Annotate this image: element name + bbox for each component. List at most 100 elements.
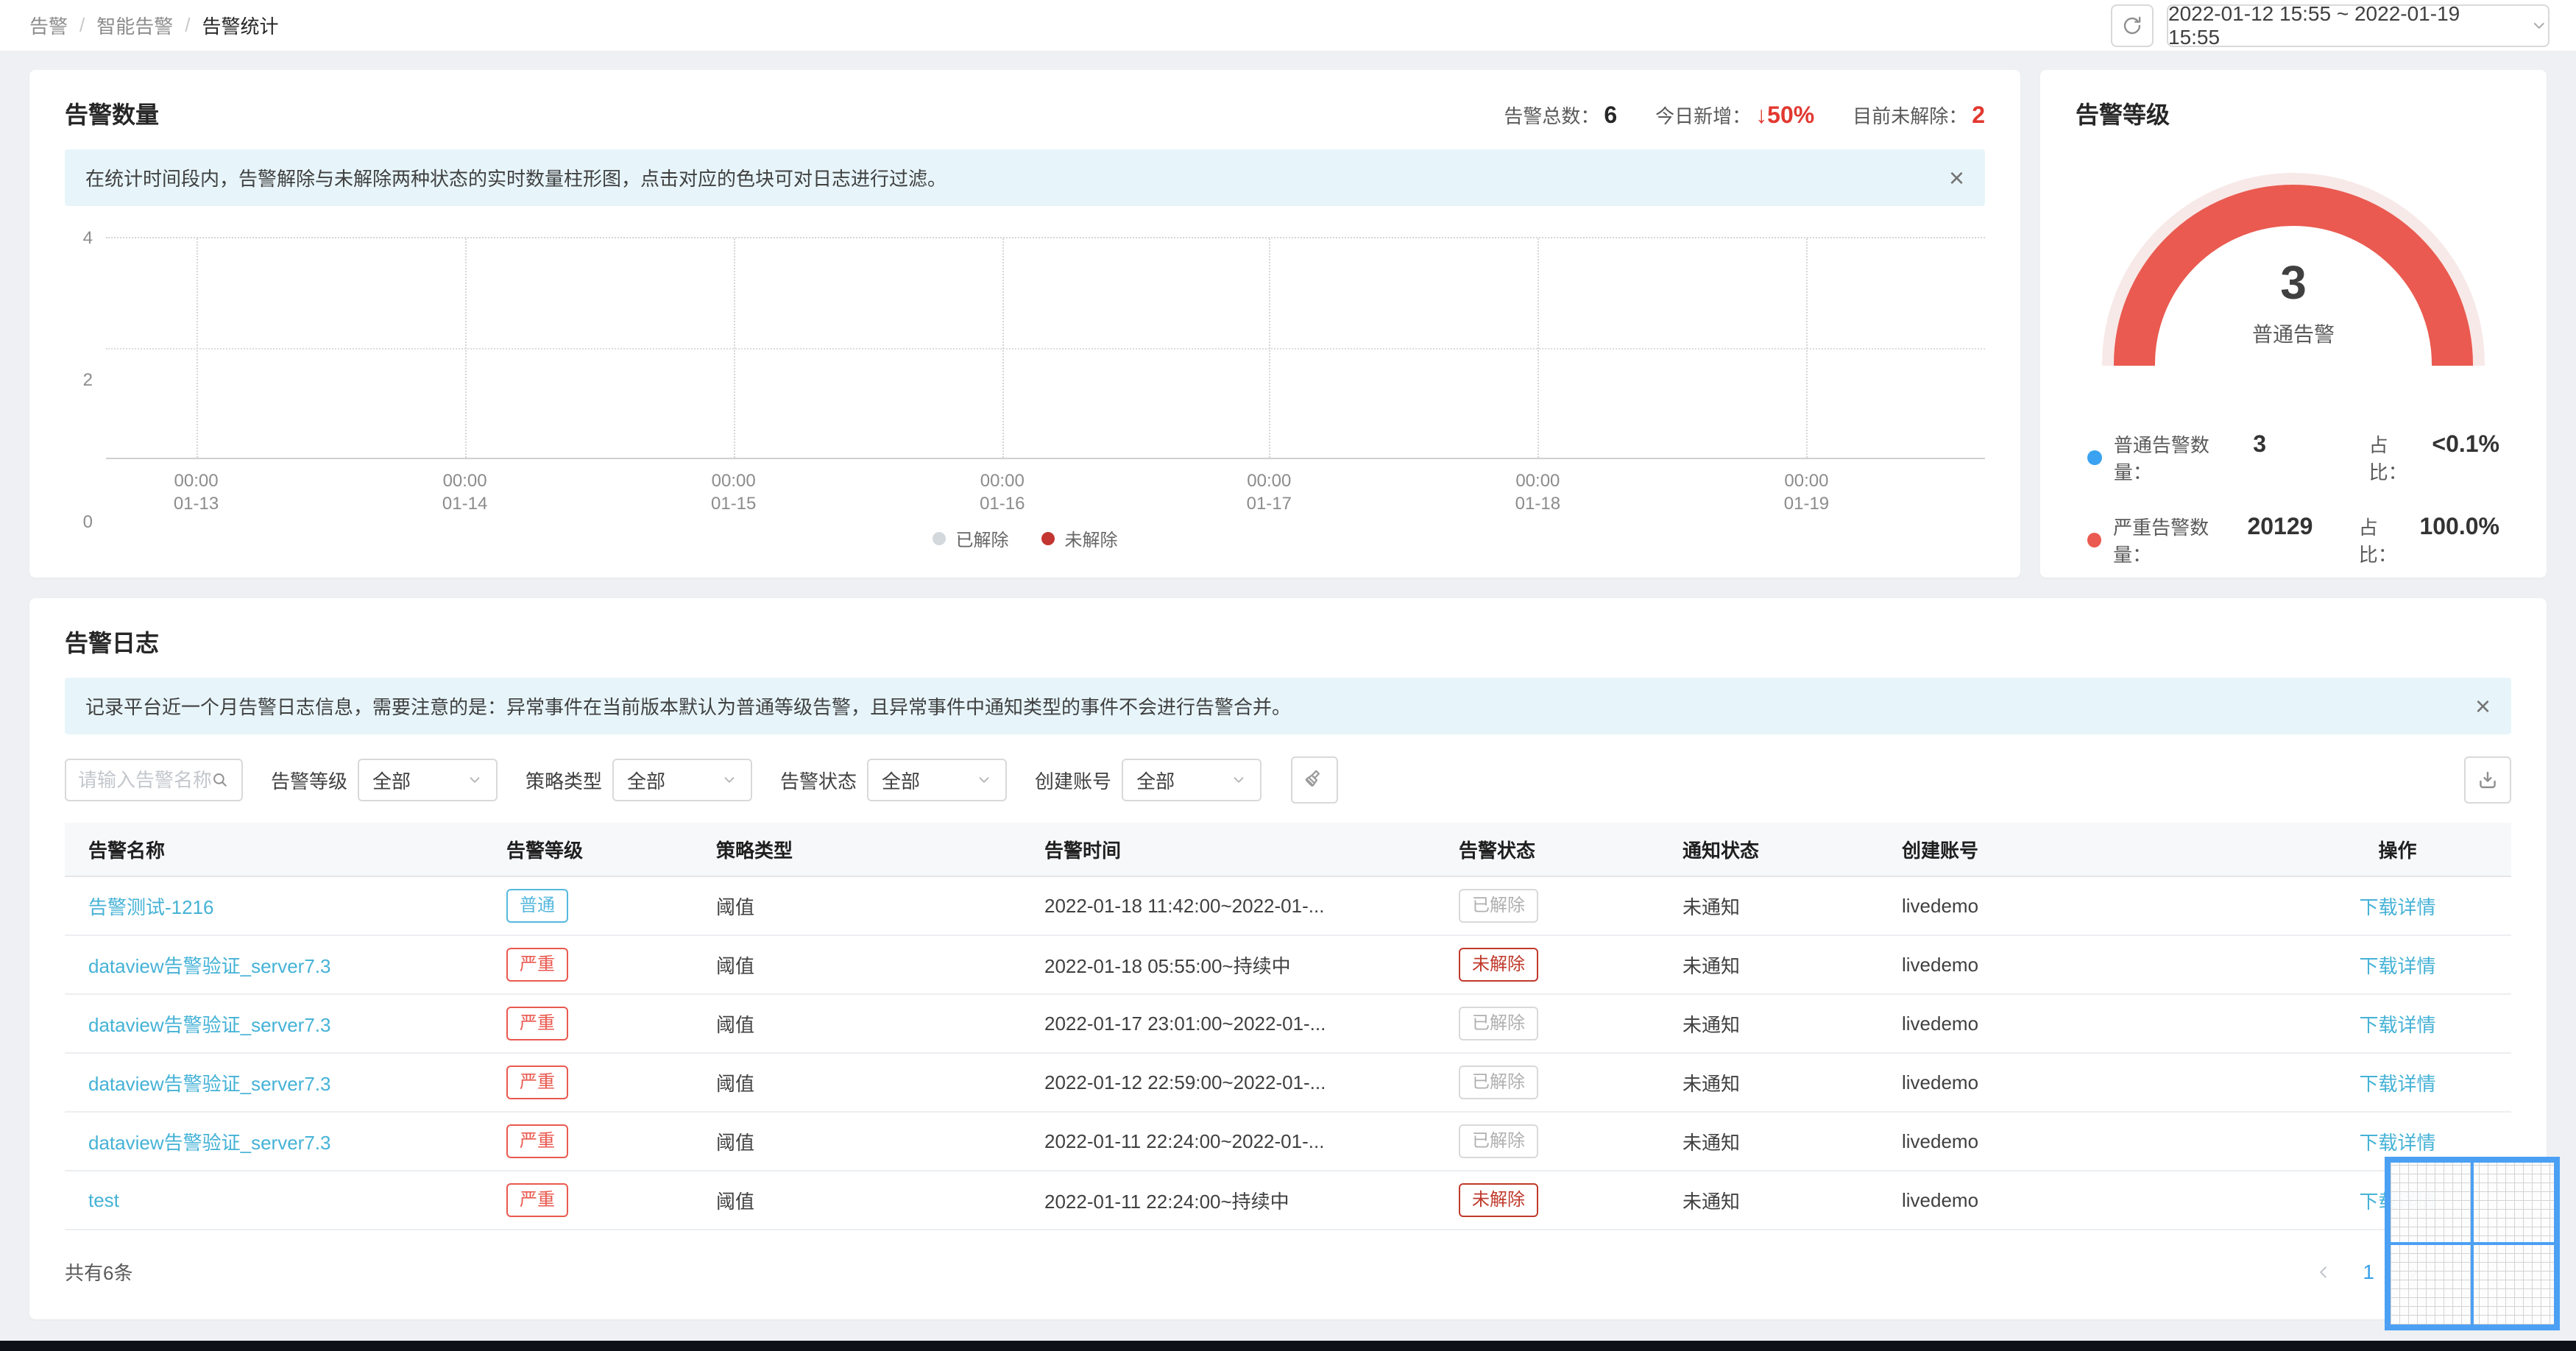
account-select[interactable]: 全部 bbox=[1122, 759, 1262, 801]
alert-level-badge: 普通 bbox=[506, 889, 568, 923]
x-axis-time: 00:00 bbox=[711, 471, 756, 491]
filter-label: 告警等级 bbox=[271, 770, 348, 792]
select-value: 全部 bbox=[627, 770, 666, 792]
alert-name-link[interactable]: test bbox=[88, 1189, 119, 1211]
x-axis-time: 00:00 bbox=[1515, 471, 1560, 491]
alert-name-link[interactable]: 告警测试-1216 bbox=[88, 896, 214, 918]
close-icon[interactable]: × bbox=[2475, 692, 2491, 720]
search-box bbox=[65, 759, 243, 801]
filter-label: 策略类型 bbox=[526, 770, 603, 792]
breadcrumb-item-smart-alerts[interactable]: 智能告警 bbox=[96, 12, 173, 39]
download-detail-link[interactable]: 下载详情 bbox=[2359, 1132, 2435, 1154]
breadcrumb-item-alerts[interactable]: 告警 bbox=[29, 12, 68, 39]
alert-level-badge: 严重 bbox=[506, 948, 568, 982]
level-stat-severe: 严重告警数量： 20129 占比： 100.0% bbox=[2087, 513, 2499, 567]
alert-status-badge: 已解除 bbox=[1459, 1007, 1538, 1040]
policy-type-cell: 阈值 bbox=[716, 1072, 755, 1095]
alert-level-select[interactable]: 全部 bbox=[358, 759, 498, 801]
alert-status-cell: 已解除 bbox=[1459, 1065, 1682, 1099]
notify-status-cell: 未通知 bbox=[1682, 1190, 1741, 1213]
filter-policy-type: 策略类型 全部 bbox=[526, 759, 753, 801]
table-row: test 严重 阈值 2022-01-11 22:24:00~持续中 未解除 未通知 liv… bbox=[65, 1171, 2511, 1230]
alert-status-badge: 已解除 bbox=[1459, 889, 1538, 923]
account-cell: livedemo bbox=[1902, 1130, 1979, 1152]
notify-status-cell: 未通知 bbox=[1682, 954, 1741, 977]
alert-count-banner: 在统计时间段内，告警解除与未解除两种状态的实时数量柱形图，点击对应的色块可对日志… bbox=[65, 149, 1985, 206]
chevron-down-icon bbox=[724, 777, 735, 783]
column-header-name: 告警名称 bbox=[88, 839, 166, 862]
download-detail-link[interactable]: 下载详情 bbox=[2359, 896, 2435, 918]
alert-level-cell: 严重 bbox=[506, 1065, 716, 1099]
alert-status-badge: 未解除 bbox=[1459, 948, 1538, 982]
policy-type-cell: 阈值 bbox=[716, 1013, 755, 1036]
notify-status-cell: 未通知 bbox=[1682, 1013, 1741, 1036]
alert-name-link[interactable]: dataview告警验证_server7.3 bbox=[88, 1132, 330, 1154]
x-axis-label: 00:00 01-18 bbox=[1515, 469, 1560, 515]
search-input[interactable] bbox=[78, 768, 210, 792]
bar-chart-x-axis: 00:00 01-13 00:00 01-14 00:00 01-15 00:00 01-16… bbox=[106, 459, 1985, 524]
alert-time-cell: 2022-01-17 23:01:00~2022-01-... bbox=[1044, 1012, 1326, 1035]
chevron-down-icon bbox=[2534, 22, 2545, 29]
download-detail-link[interactable]: 下载详情 bbox=[2359, 1014, 2435, 1036]
alert-status-cell: 未解除 bbox=[1459, 1183, 1682, 1217]
legend-label: 已解除 bbox=[955, 531, 1009, 550]
bar-chart-plot bbox=[106, 237, 1985, 459]
alert-level-cell: 严重 bbox=[506, 1124, 716, 1158]
stat-label: 目前未解除： bbox=[1853, 105, 1968, 127]
alert-name-link[interactable]: dataview告警验证_server7.3 bbox=[88, 1073, 330, 1095]
stat-value: 6 bbox=[1604, 102, 1618, 128]
date-range-picker[interactable]: 2022-01-12 15:55 ~ 2022-01-19 15:55 bbox=[2167, 2, 2550, 49]
policy-type-select[interactable]: 全部 bbox=[612, 759, 753, 801]
column-header-level: 告警等级 bbox=[506, 839, 584, 862]
alert-status-select[interactable]: 全部 bbox=[867, 759, 1008, 801]
page-number[interactable]: 1 bbox=[2363, 1260, 2374, 1284]
clear-filters-button[interactable] bbox=[1291, 756, 1339, 804]
download-detail-link[interactable]: 下载详情 bbox=[2359, 955, 2435, 977]
main-content: 告警数量 告警总数： 6 今日新增： ↓50% 目前未解除： 2 在统计时间段内… bbox=[0, 52, 2576, 1319]
alert-name-cell: dataview告警验证_server7.3 bbox=[65, 1128, 506, 1155]
actions-cell: 下载详情 bbox=[2284, 1128, 2511, 1155]
alert-name-link[interactable]: dataview告警验证_server7.3 bbox=[88, 955, 330, 977]
breadcrumb: 告警 / 智能告警 / 告警统计 bbox=[29, 12, 279, 39]
policy-type-cell: 阈值 bbox=[716, 1190, 755, 1213]
alert-name-cell: dataview告警验证_server7.3 bbox=[65, 1069, 506, 1096]
alert-level-gauge: 3 普通告警 bbox=[2102, 173, 2485, 366]
filter-label: 创建账号 bbox=[1035, 770, 1112, 792]
alert-level-cell: 严重 bbox=[506, 1007, 716, 1040]
prev-page-button[interactable] bbox=[2314, 1263, 2333, 1282]
x-axis-date: 01-15 bbox=[710, 494, 757, 514]
alert-count-card: 告警数量 告警总数： 6 今日新增： ↓50% 目前未解除： 2 在统计时间段内… bbox=[29, 70, 2020, 578]
refresh-button[interactable] bbox=[2111, 4, 2154, 47]
account-cell: livedemo bbox=[1902, 1071, 1979, 1093]
close-icon[interactable]: × bbox=[1949, 164, 1964, 191]
legend-item-resolved[interactable]: 已解除 bbox=[932, 525, 1009, 551]
alert-status-badge: 未解除 bbox=[1459, 1183, 1538, 1217]
filter-bar: 告警等级 全部 策略类型 全部 告警状态 全部 bbox=[65, 756, 2511, 804]
alert-name-link[interactable]: dataview告警验证_server7.3 bbox=[88, 1014, 330, 1036]
x-axis-time: 00:00 bbox=[1247, 471, 1292, 491]
bar-chart-y-axis: 4 2 0 bbox=[65, 228, 106, 532]
alert-level-card: 告警等级 3 普通告警 普通告警数量： 3 占比： <0.1% 严重告警数量： … bbox=[2040, 70, 2547, 578]
alert-level-stats: 普通告警数量： 3 占比： <0.1% 严重告警数量： 20129 占比： 10… bbox=[2087, 430, 2499, 567]
x-axis-label: 00:00 01-19 bbox=[1784, 469, 1829, 515]
alert-level-badge: 严重 bbox=[506, 1007, 568, 1040]
y-axis-label: 0 bbox=[82, 512, 93, 532]
x-axis-date: 01-13 bbox=[173, 494, 219, 514]
download-detail-link[interactable]: 下载详情 bbox=[2359, 1073, 2435, 1095]
legend-item-unresolved[interactable]: 未解除 bbox=[1041, 525, 1118, 551]
bottom-strip bbox=[0, 1341, 2576, 1351]
breadcrumb-separator: / bbox=[185, 14, 191, 36]
alert-time-cell: 2022-01-11 22:24:00~持续中 bbox=[1044, 1190, 1289, 1213]
alert-count-chart: 4 2 0 00:00 01-13 00:00 01-14 00:00 01-15 00:0… bbox=[65, 228, 1985, 532]
level-stat-label: 普通告警数量： bbox=[2113, 434, 2209, 483]
alert-level-cell: 严重 bbox=[506, 948, 716, 982]
download-button[interactable] bbox=[2464, 756, 2511, 804]
x-axis-date: 01-19 bbox=[1783, 494, 1830, 514]
stat-total-alerts: 告警总数： 6 bbox=[1504, 102, 1617, 129]
x-axis-time: 00:00 bbox=[174, 471, 219, 491]
chevron-down-icon bbox=[979, 777, 989, 783]
alert-level-badge: 严重 bbox=[506, 1183, 568, 1217]
actions-cell: 下载详情 bbox=[2284, 1069, 2511, 1096]
banner-text: 记录平台近一个月告警日志信息，需要注意的是：异常事件在当前版本默认为普通等级告警… bbox=[85, 696, 1292, 718]
notify-status-cell: 未通知 bbox=[1682, 1131, 1741, 1154]
